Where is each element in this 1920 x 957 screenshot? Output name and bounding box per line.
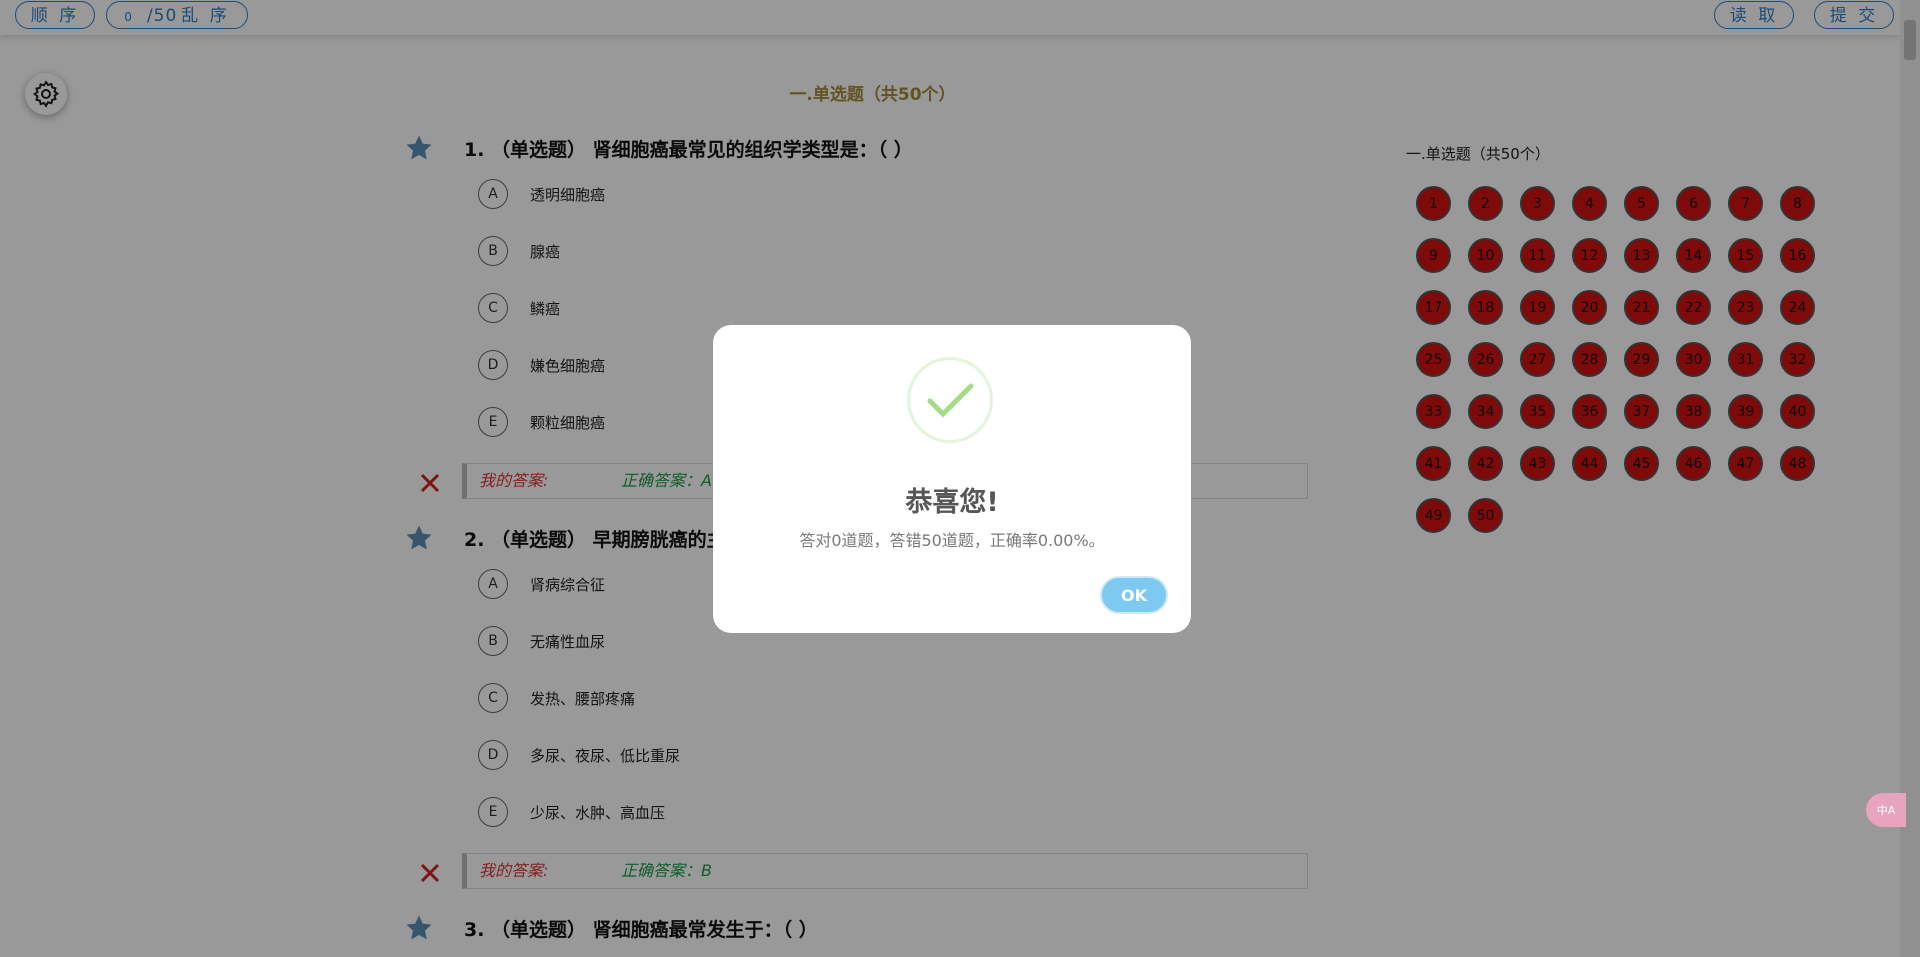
dialog-message: 答对0道题，答错50道题，正确率0.00%。 bbox=[799, 531, 1105, 550]
result-dialog: 恭喜您! 答对0道题，答错50道题，正确率0.00%。 OK bbox=[713, 325, 1191, 633]
success-check-icon bbox=[907, 357, 993, 443]
ok-button[interactable]: OK bbox=[1100, 576, 1168, 614]
translate-icon[interactable]: 中A bbox=[1866, 793, 1906, 827]
dialog-title: 恭喜您! bbox=[905, 487, 999, 518]
checkmark-icon bbox=[927, 383, 974, 418]
